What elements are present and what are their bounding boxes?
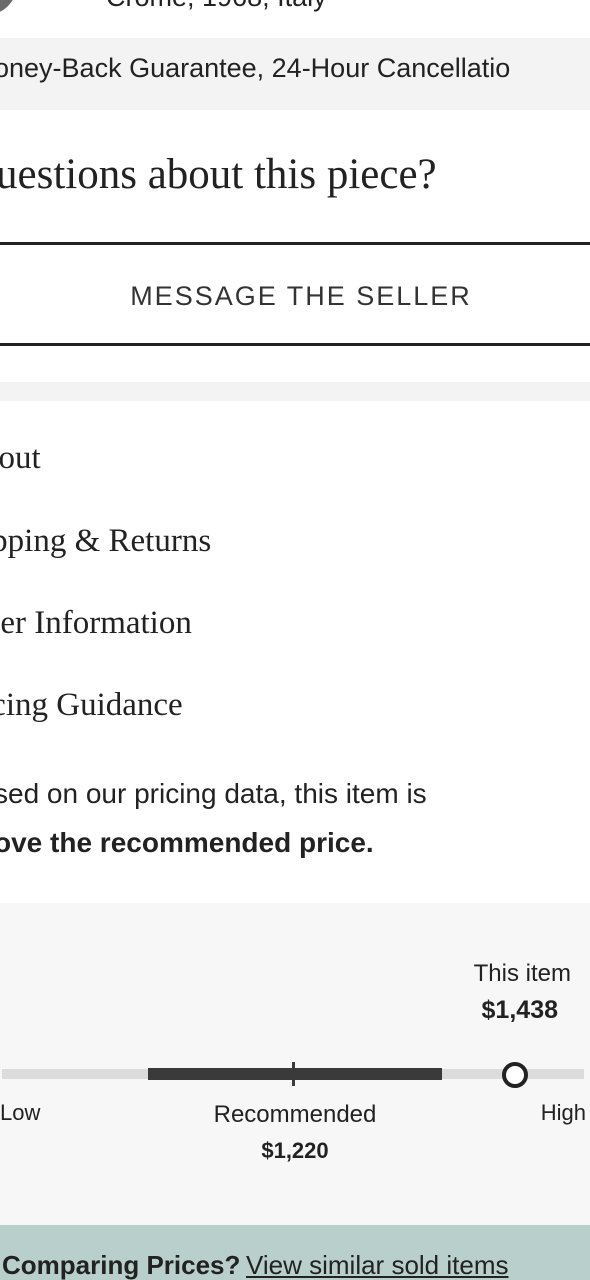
guarantee-banner: oney-Back Guarantee, 24-Hour Cancellatio bbox=[0, 38, 590, 110]
accordion-item-about[interactable]: bout bbox=[0, 440, 41, 477]
listing-meta-strip: Crome, 1968, Italy bbox=[0, 0, 590, 38]
this-item-label: This item bbox=[473, 960, 571, 987]
message-seller-button[interactable]: MESSAGE THE SELLER bbox=[0, 242, 590, 346]
pricing-statement-line1: sed on our pricing data, this item is bbox=[0, 778, 427, 809]
listing-meta-text: Crome, 1968, Italy bbox=[106, 0, 327, 13]
comparing-prices-label: Comparing Prices? bbox=[2, 1250, 241, 1280]
seller-avatar bbox=[0, 0, 18, 14]
recommended-price-tick bbox=[292, 1062, 295, 1086]
this-item-price: $1,438 bbox=[481, 996, 558, 1024]
comparing-prices-bar: Comparing Prices? View similar sold item… bbox=[0, 1225, 590, 1280]
questions-heading: uestions about this piece? bbox=[0, 151, 437, 198]
low-label: Low bbox=[0, 1100, 41, 1125]
recommended-price: $1,220 bbox=[261, 1138, 329, 1163]
pricing-statement-line2: ove the recommended price. bbox=[0, 827, 374, 858]
accordion-item-shipping-returns[interactable]: ipping & Returns bbox=[0, 523, 211, 560]
recommended-range-bar bbox=[148, 1068, 442, 1080]
accordion-item-pricing-guidance[interactable]: icing Guidance bbox=[0, 687, 183, 724]
message-seller-label: MESSAGE THE SELLER bbox=[130, 281, 472, 311]
section-divider bbox=[0, 382, 590, 401]
this-item-marker bbox=[502, 1062, 528, 1088]
view-similar-sold-link[interactable]: View similar sold items bbox=[246, 1250, 508, 1280]
guarantee-text: oney-Back Guarantee, 24-Hour Cancellatio bbox=[0, 53, 511, 83]
price-range-panel: This item $1,438 Low High Recommended $1… bbox=[0, 903, 590, 1225]
high-label: High bbox=[540, 1100, 586, 1125]
accordion-item-seller-information[interactable]: ller Information bbox=[0, 605, 192, 642]
recommended-label: Recommended bbox=[213, 1101, 377, 1128]
